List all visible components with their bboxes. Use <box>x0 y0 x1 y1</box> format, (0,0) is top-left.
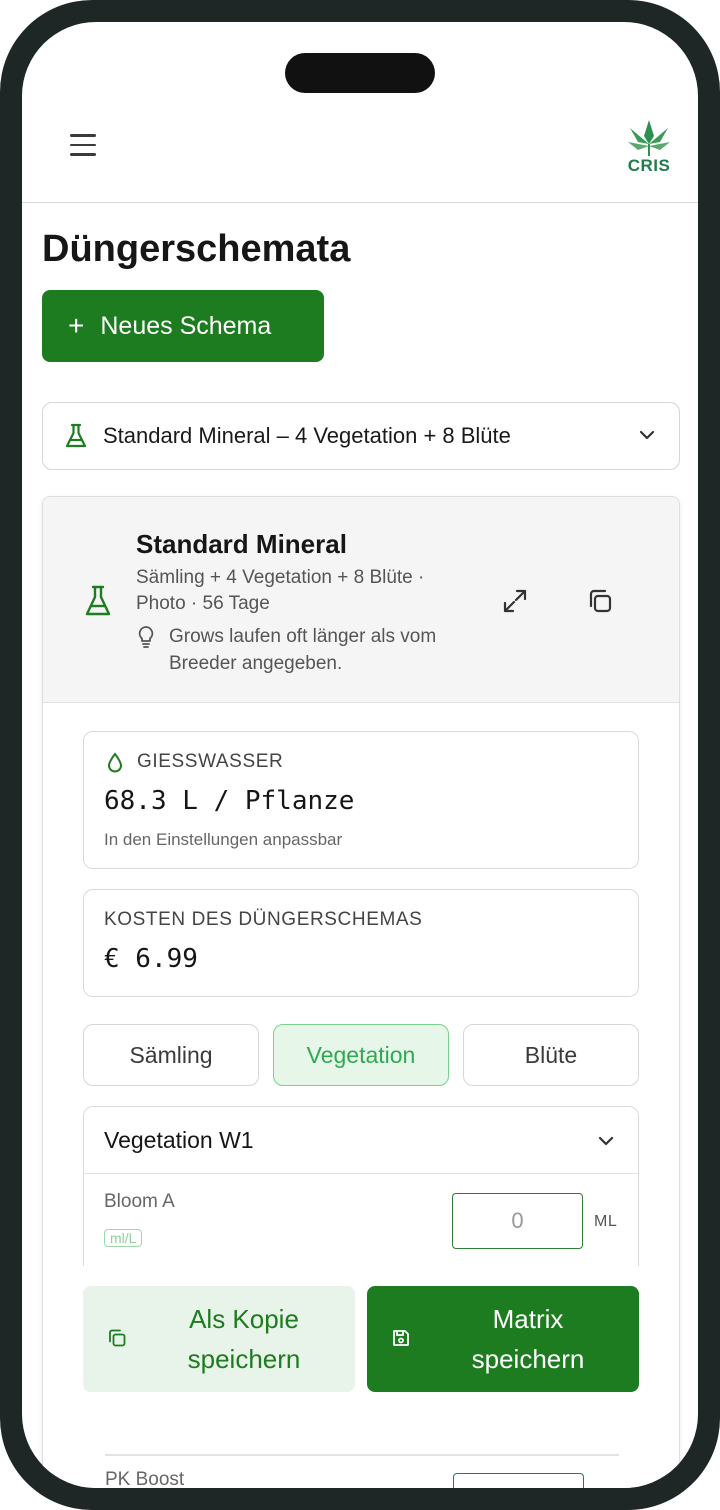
copy-icon[interactable] <box>586 587 614 615</box>
divider <box>105 1454 619 1456</box>
hamburger-menu-icon[interactable] <box>70 134 96 156</box>
water-drop-icon <box>107 752 123 773</box>
week-title: Vegetation W1 <box>104 1127 254 1153</box>
save-matrix-button[interactable]: Matrix speichern <box>367 1286 639 1392</box>
tab-vegetation[interactable]: Vegetation <box>273 1024 449 1086</box>
flask-icon <box>85 585 111 616</box>
schema-card: Standard Mineral Sämling + 4 Vegetation … <box>42 496 680 1488</box>
unit-badge: ml/L <box>104 1229 143 1247</box>
schema-name: Standard Mineral <box>136 529 347 559</box>
app-header: CRIS <box>22 22 698 203</box>
schema-hint: Grows laufen oft länger als vom Breeder … <box>169 626 437 674</box>
chevron-down-icon <box>639 430 655 440</box>
cost-box: KOSTEN DES DÜNGERSCHEMAS € 6.99 <box>83 889 639 997</box>
cris-logo: CRIS <box>624 118 674 178</box>
expand-icon[interactable] <box>501 587 529 615</box>
nutrient-amount-input[interactable]: 0 <box>452 1193 583 1249</box>
cost-value: € 6.99 <box>104 944 198 974</box>
nutrient-amount-input[interactable] <box>453 1473 584 1488</box>
nutrient-unit: ML <box>594 1213 618 1230</box>
new-schema-button[interactable]: + Neues Schema <box>42 290 324 362</box>
nutrient-name: PK Boost <box>105 1469 185 1488</box>
selected-schema-label: Standard Mineral – 4 Vegetation + 8 Blüt… <box>103 423 511 448</box>
watering-box: GIESSWASSER 68.3 L / Pflanze In den Eins… <box>83 731 639 869</box>
watering-label: GIESSWASSER <box>137 751 284 772</box>
page-title: Düngerschemata <box>42 228 351 270</box>
copy-icon <box>109 1329 126 1347</box>
watering-note: In den Einstellungen anpassbar <box>104 830 343 849</box>
cost-label: KOSTEN DES DÜNGERSCHEMAS <box>104 909 423 930</box>
phone-frame: CRIS Düngerschemata + Neues Schema Stand… <box>0 0 720 1510</box>
save-disk-icon <box>393 1330 409 1346</box>
nutrient-name: Bloom A <box>104 1191 175 1212</box>
flask-icon <box>65 423 87 448</box>
schema-card-header: Standard Mineral Sämling + 4 Vegetation … <box>43 497 679 703</box>
new-schema-label: Neues Schema <box>100 311 272 340</box>
lightbulb-icon <box>138 626 154 648</box>
schema-select[interactable]: Standard Mineral – 4 Vegetation + 8 Blüt… <box>42 402 680 470</box>
tab-saemling[interactable]: Sämling <box>83 1024 259 1086</box>
week-panel: Vegetation W1 Bloom A ml/L 0 ML <box>83 1106 639 1266</box>
screen: CRIS Düngerschemata + Neues Schema Stand… <box>22 22 698 1488</box>
schema-meta: Sämling + 4 Vegetation + 8 Blüte · Photo… <box>136 567 425 614</box>
tab-bluete[interactable]: Blüte <box>463 1024 639 1086</box>
cannabis-leaf-icon <box>628 120 670 156</box>
chevron-down-icon <box>598 1136 614 1146</box>
plus-icon: + <box>68 310 85 341</box>
save-as-copy-label: Als Kopie speichern <box>187 1304 301 1374</box>
save-matrix-label: Matrix speichern <box>471 1304 585 1374</box>
week-accordion-header[interactable]: Vegetation W1 <box>84 1107 638 1174</box>
save-as-copy-button[interactable]: Als Kopie speichern <box>83 1286 355 1392</box>
watering-value: 68.3 L / Pflanze <box>104 786 355 816</box>
logo-text: CRIS <box>627 156 671 175</box>
